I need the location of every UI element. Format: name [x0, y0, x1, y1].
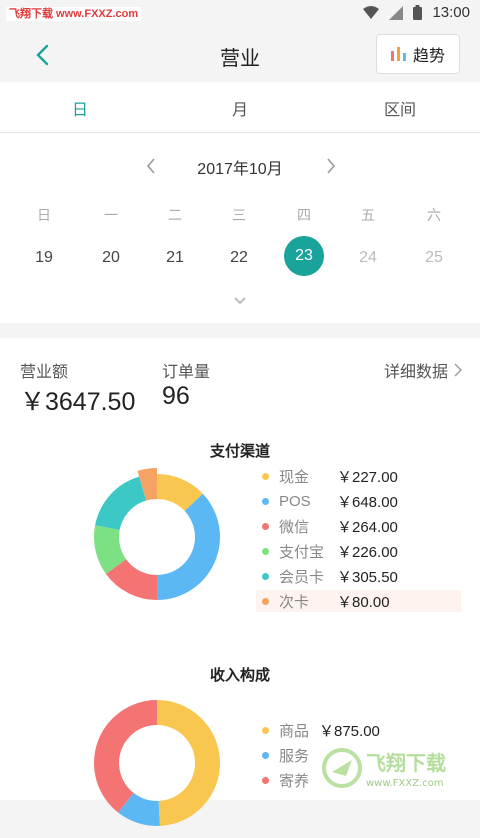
wifi-icon	[363, 5, 380, 19]
legend-dot	[262, 597, 269, 605]
income-chart-title: 收入构成	[209, 667, 270, 684]
calendar-day[interactable]: 22	[219, 249, 259, 267]
legend-label: 微信	[279, 518, 310, 536]
watermark-bottom-logo: 飞翔下载 www.FXXZ.com	[322, 748, 446, 789]
watermark-top: 飞翔下载 www.FXXZ.com	[6, 7, 142, 21]
signal-icon	[389, 5, 404, 20]
legend-dot	[262, 726, 269, 734]
legend-value: ￥875.00	[319, 722, 380, 740]
legend-label: 会员卡	[279, 568, 325, 586]
next-month-icon[interactable]	[320, 155, 340, 177]
legend-item-highlighted: 次卡 ￥80.00	[256, 590, 461, 612]
calendar-day-selected[interactable]: 23	[284, 236, 324, 276]
income-donut-chart	[93, 700, 221, 826]
weekday-label: 三	[232, 207, 246, 223]
bar-chart-icon	[390, 47, 406, 61]
tab-day[interactable]: 日	[40, 96, 120, 120]
orders-value: 96	[162, 382, 190, 410]
legend-dot	[262, 776, 269, 784]
legend-value: ￥264.00	[337, 518, 398, 536]
calendar: 2017年10月 日 一 二 三 四 五 六 19 20 21 22 23 24…	[0, 133, 480, 323]
chevron-right-icon	[454, 363, 462, 377]
weekday-label: 日	[37, 207, 51, 223]
legend-dot	[262, 547, 269, 555]
donut-slice-寄养	[93, 700, 157, 813]
legend-label: 次卡	[279, 593, 310, 611]
donut-slice-会员卡	[95, 476, 147, 530]
calendar-day[interactable]: 19	[24, 249, 64, 267]
legend-item: 商品 ￥875.00	[256, 719, 461, 741]
legend-value: ￥305.50	[337, 568, 398, 586]
legend-dot	[262, 751, 269, 759]
legend-item: POS ￥648.00	[256, 490, 461, 512]
status-time: 13:00	[432, 4, 470, 21]
weekday-label: 四	[297, 207, 311, 223]
donut-slice-商品	[157, 700, 221, 826]
battery-icon	[413, 5, 423, 20]
payment-donut-chart	[94, 468, 220, 600]
trend-button[interactable]: 趋势	[376, 34, 460, 74]
weekday-label: 二	[168, 207, 182, 223]
tab-month[interactable]: 月	[200, 96, 280, 120]
revenue-label: 营业额	[20, 364, 69, 381]
calendar-day[interactable]: 25	[414, 249, 454, 267]
revenue-value: ￥3647.50	[20, 388, 136, 416]
legend-dot	[262, 572, 269, 580]
calendar-day[interactable]: 20	[91, 249, 131, 267]
legend-item: 会员卡 ￥305.50	[256, 565, 461, 587]
legend-dot	[262, 522, 269, 530]
payment-chart-title: 支付渠道	[209, 443, 270, 460]
app-header: 营业 趋势	[0, 28, 480, 82]
expand-chevron-icon[interactable]	[232, 293, 248, 309]
legend-item: 支付宝 ￥226.00	[256, 540, 461, 562]
watermark-brand: 飞翔下载	[366, 751, 446, 775]
trend-button-label: 趋势	[412, 48, 445, 65]
watermark-url: www.FXXZ.com	[366, 778, 444, 789]
legend-item: 微信 ￥264.00	[256, 515, 461, 537]
tab-range[interactable]: 区间	[360, 96, 440, 120]
summary-panel: 营业额 ￥3647.50 订单量 96 详细数据 支付渠道 现金 ￥227.00…	[0, 338, 480, 826]
weekday-label: 五	[361, 207, 375, 223]
legend-label: 寄养	[279, 772, 310, 790]
legend-label: 商品	[279, 722, 310, 740]
calendar-day[interactable]: 21	[155, 249, 195, 267]
legend-label: 支付宝	[279, 543, 325, 561]
orders-label: 订单量	[162, 364, 211, 381]
donut-slice-POS	[157, 493, 220, 600]
month-label: 2017年10月	[197, 161, 283, 178]
detail-data-link[interactable]: 详细数据	[384, 358, 462, 382]
period-tabs: 日 月 区间	[0, 82, 480, 133]
legend-label: 服务	[279, 747, 310, 765]
legend-dot	[262, 472, 269, 480]
legend-value: ￥226.00	[337, 543, 398, 561]
detail-data-label: 详细数据	[383, 364, 448, 381]
weekday-label: 六	[427, 207, 441, 223]
legend-value: ￥227.00	[337, 468, 398, 486]
legend-dot	[262, 497, 269, 505]
weekday-label: 一	[104, 207, 118, 223]
legend-label: POS	[279, 492, 311, 510]
legend-item: 现金 ￥227.00	[256, 465, 461, 487]
status-bar: 飞翔下载 www.FXXZ.com 13:00	[0, 0, 480, 28]
legend-label: 现金	[279, 468, 310, 486]
calendar-day[interactable]: 24	[348, 249, 388, 267]
legend-value: ￥80.00	[337, 593, 390, 611]
legend-value: ￥648.00	[337, 493, 398, 511]
